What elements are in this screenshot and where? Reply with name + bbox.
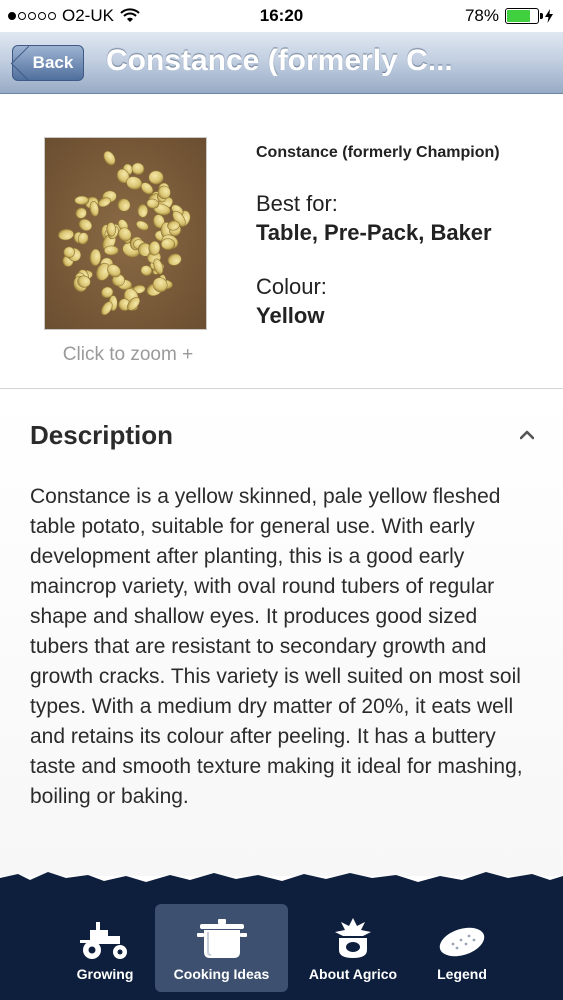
tab-cooking-ideas-label: Cooking Ideas	[173, 966, 270, 982]
status-right: 78%	[465, 6, 553, 26]
description-text: Constance is a yellow skinned, pale yell…	[30, 485, 523, 808]
zoom-link[interactable]: Click to zoom +	[30, 344, 226, 366]
tab-legend[interactable]: Legend	[420, 904, 504, 992]
colour-value: Yellow	[256, 303, 325, 328]
charging-bolt-icon	[545, 9, 553, 23]
tab-growing[interactable]: Growing	[62, 904, 148, 992]
tab-growing-label: Growing	[76, 966, 134, 982]
battery-icon	[505, 8, 543, 24]
bottom-tab-bar: Growing Cooking Ideas About Agrico Legen…	[0, 866, 563, 1000]
variety-name: Constance (formerly Champion)	[256, 144, 500, 161]
back-button[interactable]: Back	[10, 45, 84, 82]
tab-about-agrico[interactable]: About Agrico	[300, 904, 406, 992]
agrico-logo-icon	[335, 918, 371, 958]
description-header[interactable]: Description	[30, 420, 540, 454]
description-title: Description	[30, 420, 174, 450]
potato-icon	[439, 927, 485, 957]
tractor-icon	[80, 922, 127, 959]
battery-fill	[507, 10, 531, 22]
colour-label: Colour:	[256, 274, 327, 299]
best-for-value: Table, Pre-Pack, Baker	[256, 220, 492, 245]
product-header: Click to zoom + Constance (formerly Cham…	[0, 95, 563, 389]
tab-cooking-ideas[interactable]: Cooking Ideas	[155, 904, 288, 992]
status-bar: O2-UK 16:20 78%	[0, 0, 563, 32]
back-button-label: Back	[32, 53, 74, 72]
potato-photo[interactable]	[44, 137, 207, 330]
tab-legend-label: Legend	[437, 966, 487, 982]
best-for-label: Best for:	[256, 191, 338, 216]
battery-percent: 78%	[464, 6, 499, 25]
tab-about-agrico-label: About Agrico	[308, 966, 398, 982]
chevron-up-icon[interactable]	[520, 428, 534, 442]
page-title: Constance (formerly C...	[106, 44, 453, 77]
cooking-pot-icon	[196, 919, 247, 958]
navigation-bar: Back Constance (formerly C...	[0, 32, 563, 94]
description-section: Description Constance is a yellow skinne…	[0, 390, 563, 876]
